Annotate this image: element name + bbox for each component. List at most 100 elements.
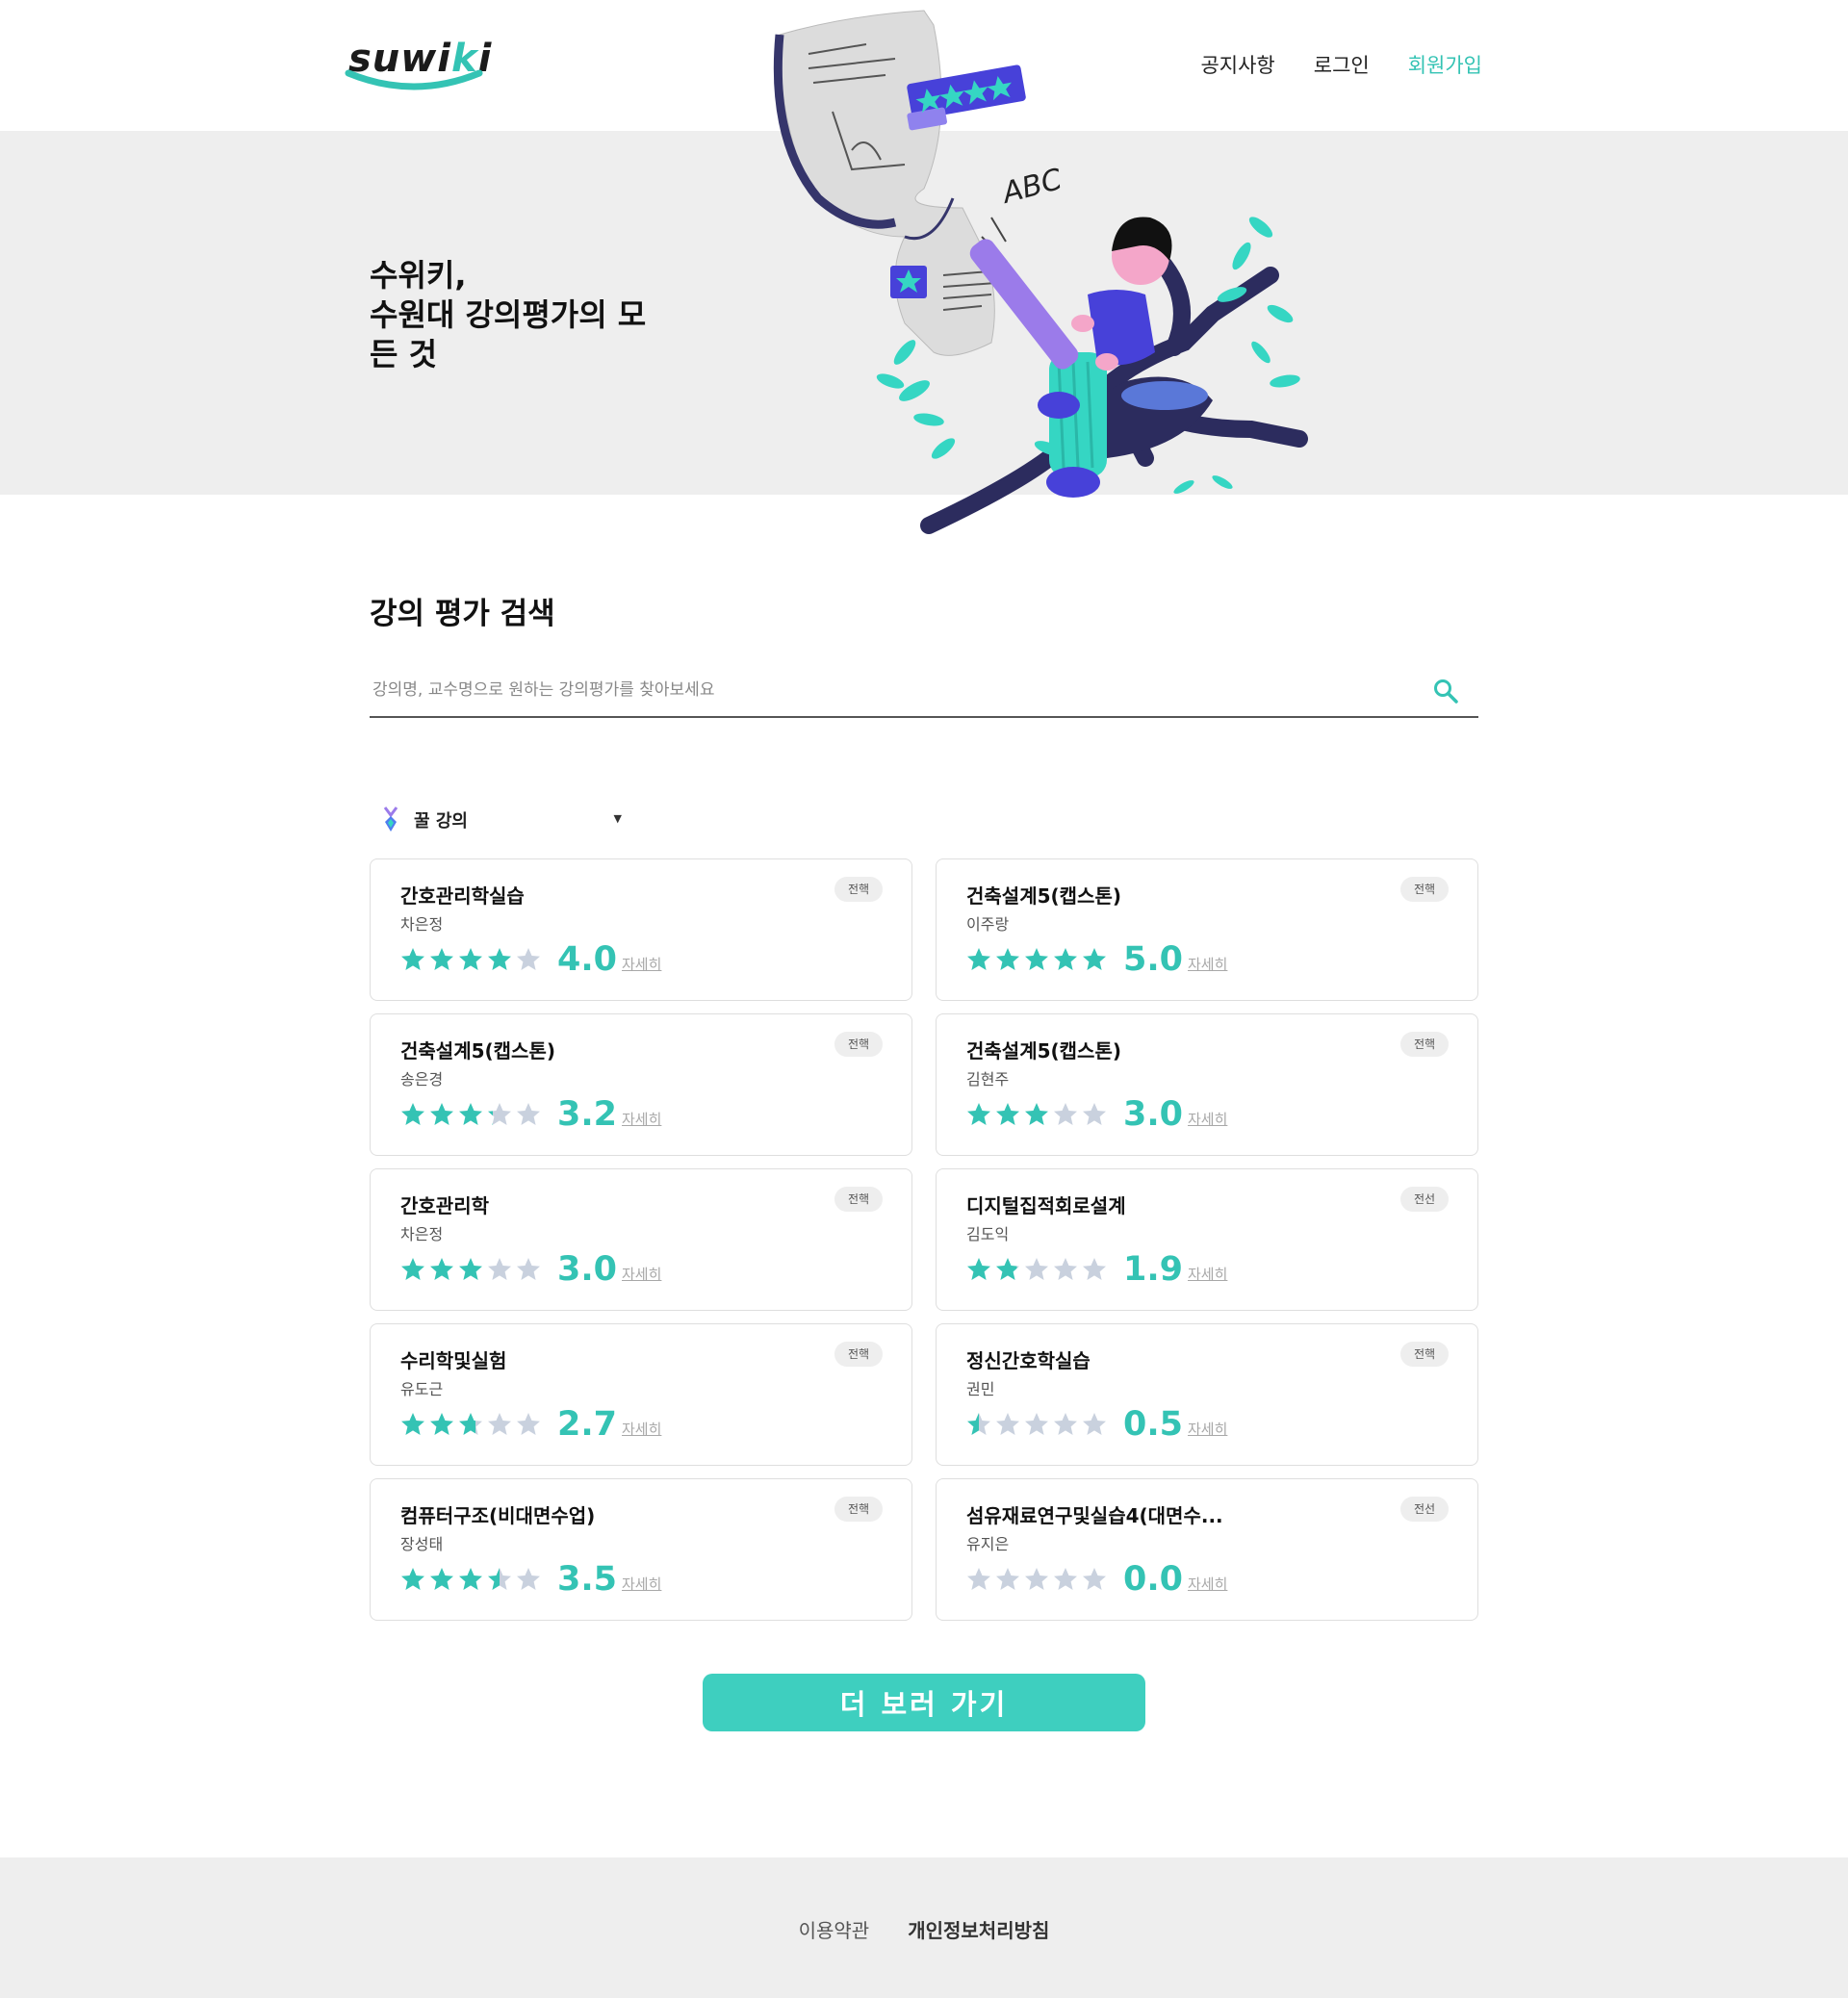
star-icon: [1083, 1103, 1106, 1125]
search-icon[interactable]: [1432, 678, 1459, 704]
major-type-badge: 전핵: [834, 1497, 883, 1522]
star-icon: [1054, 948, 1077, 970]
search-section-title: 강의 평가 검색: [370, 597, 555, 631]
star-icon: [967, 1413, 990, 1435]
star-icon: [1083, 1568, 1106, 1590]
lecture-name: 건축설계5(캡스톤): [400, 1039, 555, 1063]
star-rating: [965, 1566, 1108, 1593]
major-type-badge: 전핵: [834, 1342, 883, 1367]
lecture-card[interactable]: 간호관리학실습 차은정 전핵 4.0 자세히: [370, 858, 912, 1001]
star-icon: [430, 1568, 453, 1590]
star-rating: [965, 1411, 1108, 1438]
star-icon: [1025, 1568, 1048, 1590]
star-icon: [488, 1568, 511, 1590]
lecture-card[interactable]: 건축설계5(캡스톤) 이주랑 전핵 5.0 자세히: [936, 858, 1478, 1001]
star-icon: [1025, 1413, 1048, 1435]
star-icon: [401, 1568, 424, 1590]
star-icon: [1083, 948, 1106, 970]
lecture-name: 디지털집적회로설계: [966, 1194, 1126, 1217]
detail-link[interactable]: 자세히: [1188, 954, 1227, 974]
terms-link[interactable]: 이용약관: [799, 1915, 870, 1943]
star-icon: [401, 1103, 424, 1125]
star-rating: [965, 1101, 1108, 1128]
category-selected-label: 꿀 강의: [414, 811, 468, 832]
star-icon: [996, 1568, 1019, 1590]
rating-score: 3.0: [1123, 1095, 1184, 1134]
star-icon: [967, 948, 990, 970]
medal-icon: [383, 807, 398, 832]
star-icon: [517, 1103, 540, 1125]
star-icon: [459, 1103, 482, 1125]
star-icon: [430, 948, 453, 970]
lecture-name: 간호관리학실습: [400, 884, 525, 908]
rating-score: 5.0: [1123, 940, 1184, 979]
star-icon: [517, 948, 540, 970]
rating-score: 0.5: [1123, 1405, 1184, 1444]
star-icon: [1025, 1103, 1048, 1125]
star-icon: [459, 948, 482, 970]
star-icon: [401, 948, 424, 970]
professor-name: 김도익: [966, 1225, 1010, 1243]
lecture-card[interactable]: 디지털집적회로설계 김도익 전선 1.9 자세히: [936, 1168, 1478, 1311]
see-more-button[interactable]: 더 보러 가기: [703, 1674, 1145, 1731]
nav-signup[interactable]: 회원가입: [1408, 50, 1482, 79]
star-icon: [517, 1568, 540, 1590]
star-icon: [967, 1258, 990, 1280]
lecture-card-grid: 간호관리학실습 차은정 전핵 4.0 자세히 건축설계5(캡스톤) 이주랑 전핵…: [370, 858, 1478, 1621]
professor-name: 권민: [966, 1380, 995, 1398]
star-icon: [430, 1258, 453, 1280]
rating-score: 1.9: [1123, 1250, 1184, 1289]
major-type-badge: 전핵: [1400, 1342, 1449, 1367]
major-type-badge: 전핵: [834, 1187, 883, 1212]
detail-link[interactable]: 자세히: [622, 1574, 661, 1594]
major-type-badge: 전선: [1400, 1187, 1449, 1212]
svg-text:ABC: ABC: [997, 163, 1065, 211]
student-writing-illustration: ABC: [773, 10, 1308, 534]
lecture-card[interactable]: 정신간호학실습 권민 전핵 0.5 자세히: [936, 1323, 1478, 1466]
category-select[interactable]: 꿀 강의 ▼: [381, 805, 622, 835]
star-icon: [1054, 1103, 1077, 1125]
hero-title: 수위키, 수원대 강의평가의 모 든 것: [370, 257, 647, 372]
lecture-card[interactable]: 건축설계5(캡스톤) 송은경 전핵 3.2 자세히: [370, 1013, 912, 1156]
detail-link[interactable]: 자세히: [1188, 1264, 1227, 1284]
detail-link[interactable]: 자세히: [622, 954, 661, 974]
star-icon: [517, 1413, 540, 1435]
professor-name: 송은경: [400, 1070, 444, 1089]
detail-link[interactable]: 자세히: [1188, 1419, 1227, 1439]
star-icon: [430, 1103, 453, 1125]
star-icon: [517, 1258, 540, 1280]
star-icon: [488, 948, 511, 970]
major-type-badge: 전핵: [1400, 1032, 1449, 1057]
star-icon: [459, 1258, 482, 1280]
major-type-badge: 전선: [1400, 1497, 1449, 1522]
professor-name: 차은정: [400, 1225, 444, 1243]
detail-link[interactable]: 자세히: [622, 1419, 661, 1439]
rating-score: 0.0: [1123, 1560, 1184, 1599]
suwiki-logo[interactable]: suwiki: [345, 29, 491, 98]
star-icon: [488, 1258, 511, 1280]
star-icon: [967, 1568, 990, 1590]
detail-link[interactable]: 자세히: [622, 1109, 661, 1129]
privacy-policy-link[interactable]: 개인정보처리방침: [908, 1915, 1049, 1943]
lecture-name: 건축설계5(캡스톤): [966, 1039, 1121, 1063]
lecture-card[interactable]: 건축설계5(캡스톤) 김현주 전핵 3.0 자세히: [936, 1013, 1478, 1156]
detail-link[interactable]: 자세히: [622, 1264, 661, 1284]
lecture-card[interactable]: 수리학및실험 유도근 전핵 2.7 자세히: [370, 1323, 912, 1466]
lecture-card[interactable]: 간호관리학 차은정 전핵 3.0 자세히: [370, 1168, 912, 1311]
rating-score: 3.5: [557, 1560, 618, 1599]
star-icon: [1054, 1258, 1077, 1280]
professor-name: 장성태: [400, 1535, 444, 1553]
star-icon: [1025, 948, 1048, 970]
star-rating: [399, 1566, 542, 1593]
caret-down-icon: ▼: [613, 812, 622, 825]
lecture-card[interactable]: 컴퓨터구조(비대면수업) 장성태 전핵 3.5 자세히: [370, 1478, 912, 1621]
star-rating: [965, 946, 1108, 973]
search-input[interactable]: [370, 666, 1390, 714]
star-rating: [399, 1256, 542, 1283]
rating-score: 4.0: [557, 940, 618, 979]
lecture-card[interactable]: 섬유재료연구및실습4(대면수... 유지은 전선 0.0 자세히: [936, 1478, 1478, 1621]
lecture-name: 컴퓨터구조(비대면수업): [400, 1504, 596, 1527]
lecture-name: 정신간호학실습: [966, 1349, 1091, 1372]
detail-link[interactable]: 자세히: [1188, 1574, 1227, 1594]
detail-link[interactable]: 자세히: [1188, 1109, 1227, 1129]
